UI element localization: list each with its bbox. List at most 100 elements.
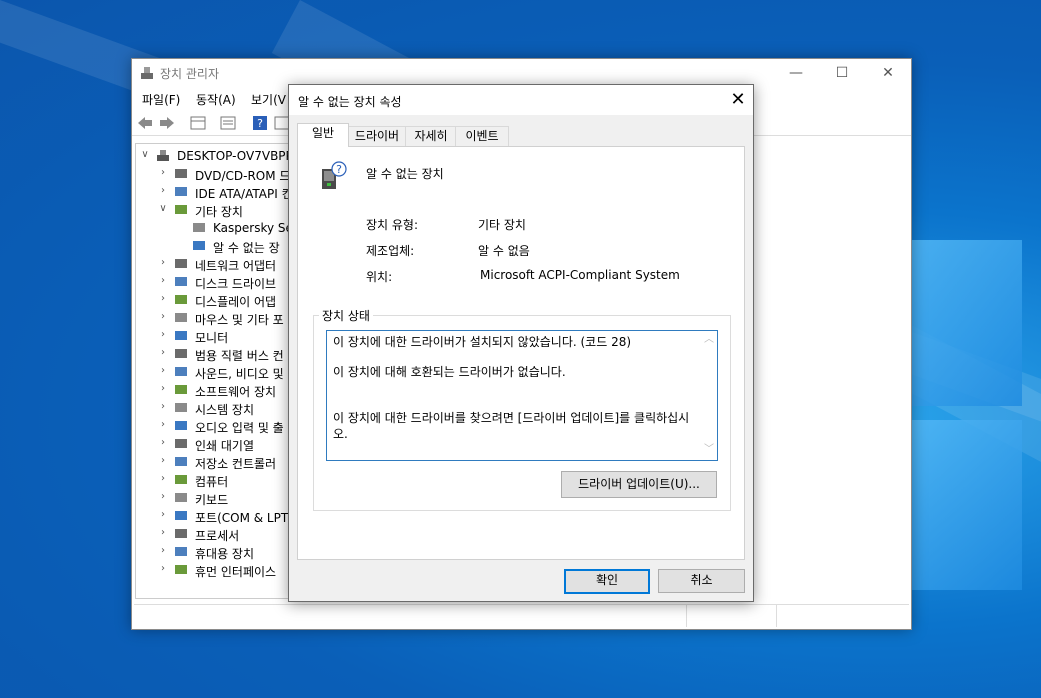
chevron-down-icon[interactable]: ∨ xyxy=(158,204,168,214)
tree-item[interactable]: › 오디오 입력 및 출 xyxy=(136,417,295,436)
menu-file[interactable]: 파일(F) xyxy=(142,91,180,108)
tree-item[interactable]: › 소프트웨어 장치 xyxy=(136,381,295,400)
chevron-right-icon[interactable]: › xyxy=(158,510,168,520)
properties-grid-icon[interactable] xyxy=(190,116,206,130)
svg-text:?: ? xyxy=(336,163,342,176)
tree-item[interactable]: › 네트워크 어댑터 xyxy=(136,255,295,274)
tree-item[interactable]: › 디스크 드라이브 xyxy=(136,273,295,292)
chevron-right-icon[interactable]: › xyxy=(158,492,168,502)
tree-item[interactable]: › IDE ATA/ATAPI 컨 xyxy=(136,183,295,202)
tab-general[interactable]: 일반 xyxy=(297,123,349,147)
tree-item[interactable]: ∨ 기타 장치 xyxy=(136,201,295,220)
chevron-right-icon[interactable]: › xyxy=(158,456,168,466)
tree-item-label: 디스크 드라이브 xyxy=(195,277,277,291)
status-segment xyxy=(776,605,907,627)
update-driver-button[interactable]: 드라이버 업데이트(U)... xyxy=(561,471,717,498)
list-view-icon[interactable] xyxy=(220,116,236,130)
chevron-right-icon[interactable]: › xyxy=(158,258,168,268)
device-category-icon xyxy=(174,527,188,540)
location-value: Microsoft ACPI-Compliant System xyxy=(480,268,680,282)
chevron-right-icon[interactable]: › xyxy=(158,312,168,322)
chevron-right-icon[interactable]: › xyxy=(158,168,168,178)
tree-item-label: 저장소 컨트롤러 xyxy=(195,457,277,471)
device-category-icon xyxy=(174,293,188,306)
tab-events[interactable]: 이벤트 xyxy=(455,126,509,146)
chevron-right-icon[interactable]: › xyxy=(158,564,168,574)
tree-item[interactable]: › 컴퓨터 xyxy=(136,471,295,490)
ok-button[interactable]: 확인 xyxy=(564,569,650,594)
tree-item-label: 휴대용 장치 xyxy=(195,547,255,561)
tree-item[interactable]: › 휴대용 장치 xyxy=(136,543,295,562)
tree-item[interactable]: › 저장소 컨트롤러 xyxy=(136,453,295,472)
scroll-up-icon[interactable]: ︿ xyxy=(704,335,714,345)
maximize-button[interactable]: ☐ xyxy=(819,59,865,87)
chevron-right-icon[interactable]: › xyxy=(158,474,168,484)
chevron-right-icon[interactable]: › xyxy=(158,420,168,430)
device-type-label: 장치 유형: xyxy=(366,218,419,232)
tree-item[interactable]: › 범용 직렬 버스 컨 xyxy=(136,345,295,364)
tree-item[interactable]: 알 수 없는 장 xyxy=(136,237,295,255)
chevron-right-icon[interactable]: › xyxy=(158,348,168,358)
svg-text:?: ? xyxy=(257,117,263,130)
chevron-right-icon[interactable]: › xyxy=(158,276,168,286)
chevron-right-icon[interactable]: › xyxy=(158,402,168,412)
close-button[interactable]: ✕ xyxy=(865,59,911,87)
device-manager-icon xyxy=(141,67,153,79)
manufacturer-label: 제조업체: xyxy=(366,244,415,258)
device-category-icon xyxy=(174,509,188,522)
chevron-right-icon[interactable]: › xyxy=(158,294,168,304)
tree-item-label: 디스플레이 어댑 xyxy=(195,295,277,309)
tree-root[interactable]: ∨ DESKTOP-OV7VBPP xyxy=(136,147,295,165)
device-status-textbox[interactable]: 이 장치에 대한 드라이버가 설치되지 않았습니다. (코드 28) 이 장치에… xyxy=(326,330,718,461)
dialog-title: 알 수 없는 장치 속성 xyxy=(298,95,402,109)
title-bar[interactable]: 장치 관리자 — ☐ ✕ xyxy=(132,59,911,87)
chevron-down-icon[interactable]: ∨ xyxy=(140,150,150,160)
tab-details[interactable]: 자세히 xyxy=(405,126,457,146)
vertical-scrollbar[interactable]: ︿ ﹀ xyxy=(701,331,717,460)
tree-item-label: 마우스 및 기타 포 xyxy=(195,313,284,327)
tree-item[interactable]: › 모니터 xyxy=(136,327,295,346)
properties-dialog: 알 수 없는 장치 속성 ✕ 일반 드라이버 자세히 이벤트 ? 알 수 없는 … xyxy=(288,84,754,602)
tab-driver[interactable]: 드라이버 xyxy=(347,126,407,146)
tree-item-label: 휴먼 인터페이스 xyxy=(195,565,277,579)
status-segment xyxy=(686,605,777,627)
tree-item[interactable]: Kaspersky Se xyxy=(136,219,295,237)
chevron-right-icon[interactable]: › xyxy=(158,186,168,196)
computer-icon xyxy=(156,149,170,162)
dialog-title-bar[interactable]: 알 수 없는 장치 속성 ✕ xyxy=(289,85,753,115)
tree-item[interactable]: › 디스플레이 어댑 xyxy=(136,291,295,310)
chevron-right-icon[interactable]: › xyxy=(158,384,168,394)
tree-item[interactable]: › 사운드, 비디오 및 xyxy=(136,363,295,382)
menu-view[interactable]: 보기(V xyxy=(251,91,286,108)
dialog-close-button[interactable]: ✕ xyxy=(723,85,753,115)
device-tree[interactable]: ∨ DESKTOP-OV7VBPP › DVD/CD-ROM 드 › IDE ATA/AT… xyxy=(135,143,295,599)
tree-item-label: IDE ATA/ATAPI 컨 xyxy=(195,187,293,201)
status-line: 이 장치에 대해 호환되는 드라이버가 없습니다. xyxy=(333,365,566,379)
tree-item[interactable]: › 시스템 장치 xyxy=(136,399,295,418)
cancel-button[interactable]: 취소 xyxy=(658,569,745,593)
chevron-right-icon[interactable]: › xyxy=(158,546,168,556)
minimize-button[interactable]: — xyxy=(773,59,819,87)
scroll-down-icon[interactable]: ﹀ xyxy=(704,445,714,455)
tree-item[interactable]: › 휴먼 인터페이스 xyxy=(136,561,295,580)
device-category-icon xyxy=(174,185,188,198)
device-status-legend: 장치 상태 xyxy=(319,307,373,324)
back-arrow-icon[interactable] xyxy=(137,116,153,130)
device-status-text: 이 장치에 대한 드라이버가 설치되지 않았습니다. (코드 28) 이 장치에… xyxy=(333,334,695,442)
chevron-right-icon[interactable]: › xyxy=(158,528,168,538)
device-category-icon xyxy=(174,383,188,396)
chevron-right-icon[interactable]: › xyxy=(158,366,168,376)
tree-item[interactable]: › 인쇄 대기열 xyxy=(136,435,295,454)
forward-arrow-icon[interactable] xyxy=(159,116,175,130)
chevron-right-icon[interactable]: › xyxy=(158,330,168,340)
menu-action[interactable]: 동작(A) xyxy=(196,91,236,108)
tree-item[interactable]: › 마우스 및 기타 포 xyxy=(136,309,295,328)
tree-item[interactable]: › DVD/CD-ROM 드 xyxy=(136,165,295,184)
chevron-right-icon[interactable]: › xyxy=(158,438,168,448)
device-category-icon xyxy=(174,347,188,360)
tree-item[interactable]: › 키보드 xyxy=(136,489,295,508)
tree-item[interactable]: › 포트(COM & LPT xyxy=(136,507,295,526)
tree-item-label: 네트워크 어댑터 xyxy=(195,259,277,273)
help-icon[interactable]: ? xyxy=(252,116,268,130)
tree-item[interactable]: › 프로세서 xyxy=(136,525,295,544)
